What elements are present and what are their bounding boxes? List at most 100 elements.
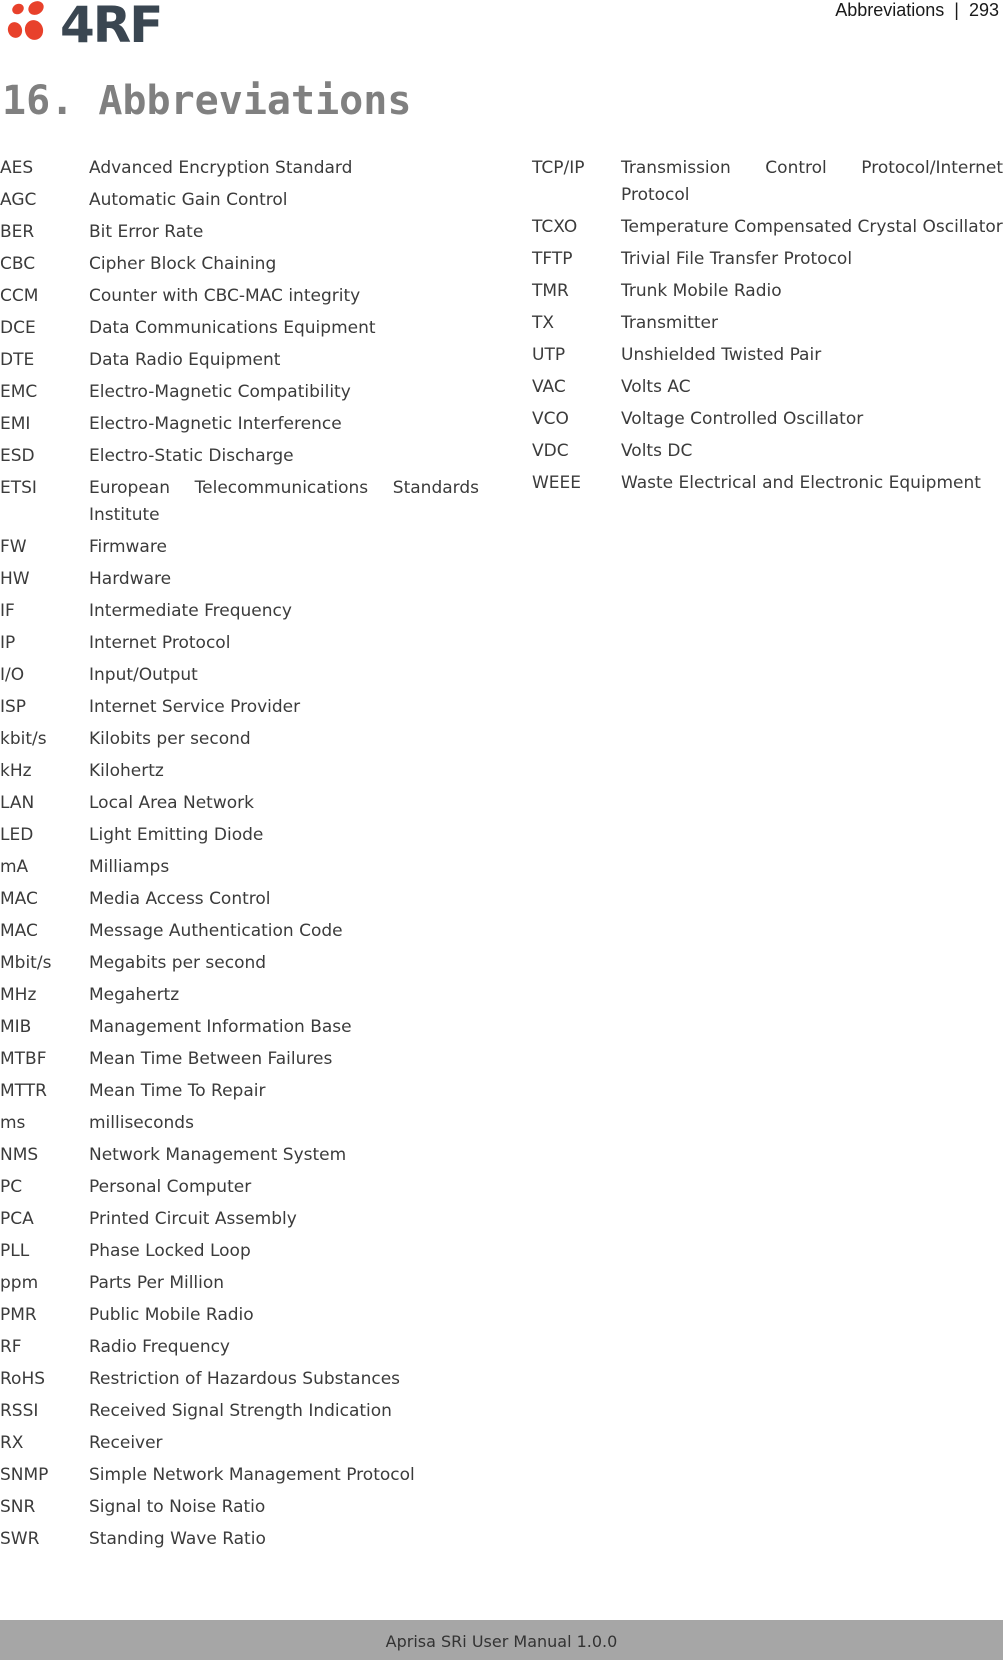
abbreviation-definition: Electro-Magnetic Compatibility bbox=[89, 382, 351, 402]
abbreviation-definition: Trivial File Transfer Protocol bbox=[621, 249, 853, 269]
abbreviation-term: SNR bbox=[0, 1497, 36, 1517]
abbreviation-definition: Local Area Network bbox=[89, 793, 254, 813]
abbreviation-term: EMI bbox=[0, 414, 31, 434]
abbreviation-term: PCA bbox=[0, 1209, 34, 1229]
abbreviation-term: TMR bbox=[532, 281, 569, 301]
abbreviation-definition: Received Signal Strength Indication bbox=[89, 1401, 392, 1421]
abbreviation-term: PLL bbox=[0, 1241, 30, 1261]
abbreviation-row: CBC Cipher Block Chaining bbox=[0, 251, 480, 278]
abbreviation-row: TX Transmitter bbox=[532, 310, 1003, 337]
abbreviation-term: MAC bbox=[0, 921, 38, 941]
abbreviation-definition: Electro-Static Discharge bbox=[89, 446, 294, 466]
abbreviation-term: WEEE bbox=[532, 473, 582, 493]
abbreviation-term: RF bbox=[0, 1337, 22, 1357]
abbreviation-term: DTE bbox=[0, 350, 35, 370]
abbreviation-term: TFTP bbox=[532, 249, 573, 269]
abbreviation-definition: Volts AC bbox=[621, 377, 691, 397]
abbreviation-definition: Internet Protocol bbox=[89, 633, 231, 653]
abbreviation-term: RoHS bbox=[0, 1369, 46, 1389]
abbreviation-term: ISP bbox=[0, 697, 27, 717]
abbreviation-definition: Message Authentication Code bbox=[89, 921, 343, 941]
abbreviations-list-left: AES Advanced Encryption Standard AGC Automa… bbox=[0, 155, 480, 1558]
abbreviation-term: PMR bbox=[0, 1305, 37, 1325]
abbreviation-definition: European Telecommunications Standards In… bbox=[89, 478, 479, 525]
abbreviation-term: Mbit/s bbox=[0, 953, 52, 973]
abbreviation-term: CCM bbox=[0, 286, 39, 306]
abbreviation-definition: Temperature Compensated Crystal Oscillat… bbox=[621, 217, 1003, 237]
abbreviation-definition: Signal to Noise Ratio bbox=[89, 1497, 266, 1517]
logo-dots-icon bbox=[7, 1, 44, 40]
abbreviation-row: CCM Counter with CBC-MAC integrity bbox=[0, 283, 480, 310]
abbreviation-row: AGC Automatic Gain Control bbox=[0, 187, 480, 214]
abbreviation-row: TMR Trunk Mobile Radio bbox=[532, 278, 1003, 305]
abbreviation-row: RoHS Restriction of Hazardous Substances bbox=[0, 1366, 480, 1393]
abbreviation-row: DCE Data Communications Equipment bbox=[0, 315, 480, 342]
abbreviation-term: LAN bbox=[0, 793, 35, 813]
abbreviation-row: LAN Local Area Network bbox=[0, 790, 480, 817]
footer-text: Aprisa SRi User Manual 1.0.0 bbox=[385, 1632, 618, 1651]
running-header: Abbreviations | 293 bbox=[835, 0, 999, 20]
abbreviation-term: PC bbox=[0, 1177, 23, 1197]
abbreviation-row: VCO Voltage Controlled Oscillator bbox=[532, 406, 1003, 433]
abbreviation-term: RSSI bbox=[0, 1401, 39, 1421]
abbreviation-term: ETSI bbox=[0, 478, 37, 498]
abbreviation-definition: Light Emitting Diode bbox=[89, 825, 264, 845]
abbreviation-term: UTP bbox=[532, 345, 566, 365]
abbreviation-row: HW Hardware bbox=[0, 566, 480, 593]
abbreviation-definition: Radio Frequency bbox=[89, 1337, 230, 1357]
abbreviation-definition: Personal Computer bbox=[89, 1177, 252, 1197]
page-title: 16. Abbreviations bbox=[2, 78, 412, 124]
abbreviation-row: NMS Network Management System bbox=[0, 1142, 480, 1169]
abbreviation-row: EMI Electro-Magnetic Interference bbox=[0, 411, 480, 438]
abbreviation-term: IP bbox=[0, 633, 16, 653]
abbreviation-row: MTTR Mean Time To Repair bbox=[0, 1078, 480, 1105]
abbreviation-term: MTTR bbox=[0, 1081, 47, 1101]
abbreviation-definition: Mean Time Between Failures bbox=[89, 1049, 333, 1069]
abbreviation-row: kHz Kilohertz bbox=[0, 758, 480, 785]
abbreviation-definition: Intermediate Frequency bbox=[89, 601, 292, 621]
abbreviation-row: WEEE Waste Electrical and Electronic Equi… bbox=[532, 470, 1003, 497]
abbreviation-term: AGC bbox=[0, 190, 37, 210]
abbreviation-row: FW Firmware bbox=[0, 534, 480, 561]
abbreviation-term: FW bbox=[0, 537, 27, 557]
abbreviation-row: AES Advanced Encryption Standard bbox=[0, 155, 480, 182]
abbreviation-definition: Parts Per Million bbox=[89, 1273, 225, 1293]
abbreviation-definition: milliseconds bbox=[89, 1113, 194, 1133]
abbreviation-row: RSSI Received Signal Strength Indication bbox=[0, 1398, 480, 1425]
abbreviation-term: CBC bbox=[0, 254, 36, 274]
abbreviation-definition: Public Mobile Radio bbox=[89, 1305, 254, 1325]
abbreviation-row: PMR Public Mobile Radio bbox=[0, 1302, 480, 1329]
abbreviation-definition: Counter with CBC-MAC integrity bbox=[89, 286, 361, 306]
abbreviation-definition: Unshielded Twisted Pair bbox=[621, 345, 822, 365]
abbreviation-row: TCP/IP Transmission Control Protocol/Inte… bbox=[532, 155, 1003, 209]
abbreviation-definition: Mean Time To Repair bbox=[89, 1081, 266, 1101]
abbreviation-row: ETSI European Telecommunications Standard… bbox=[0, 475, 480, 529]
abbreviation-row: UTP Unshielded Twisted Pair bbox=[532, 342, 1003, 369]
abbreviation-definition: Volts DC bbox=[621, 441, 693, 461]
abbreviation-definition: Electro-Magnetic Interference bbox=[89, 414, 342, 434]
abbreviation-row: ISP Internet Service Provider bbox=[0, 694, 480, 721]
abbreviation-definition: Transmission Control Protocol/Internet P… bbox=[621, 158, 1003, 205]
abbreviation-row: IF Intermediate Frequency bbox=[0, 598, 480, 625]
abbreviation-row: SNMP Simple Network Management Protocol bbox=[0, 1462, 480, 1489]
abbreviation-term: VCO bbox=[532, 409, 569, 429]
abbreviation-row: PLL Phase Locked Loop bbox=[0, 1238, 480, 1265]
abbreviation-definition: Automatic Gain Control bbox=[89, 190, 288, 210]
abbreviation-term: ESD bbox=[0, 446, 35, 466]
abbreviation-definition: Advanced Encryption Standard bbox=[89, 158, 353, 178]
abbreviation-definition: Firmware bbox=[89, 537, 167, 557]
abbreviation-term: AES bbox=[0, 158, 34, 178]
abbreviation-definition: Standing Wave Ratio bbox=[89, 1529, 266, 1549]
abbreviation-term: MIB bbox=[0, 1017, 32, 1037]
abbreviation-term: TX bbox=[532, 313, 555, 333]
abbreviation-definition: Data Communications Equipment bbox=[89, 318, 376, 338]
abbreviation-row: LED Light Emitting Diode bbox=[0, 822, 480, 849]
abbreviation-row: IP Internet Protocol bbox=[0, 630, 480, 657]
abbreviation-row: mA Milliamps bbox=[0, 854, 480, 881]
abbreviation-term: IF bbox=[0, 601, 15, 621]
abbreviation-definition: Milliamps bbox=[89, 857, 170, 877]
abbreviation-definition: Phase Locked Loop bbox=[89, 1241, 251, 1261]
abbreviation-term: VDC bbox=[532, 441, 569, 461]
abbreviation-term: LED bbox=[0, 825, 34, 845]
abbreviation-term: I/O bbox=[0, 665, 25, 685]
